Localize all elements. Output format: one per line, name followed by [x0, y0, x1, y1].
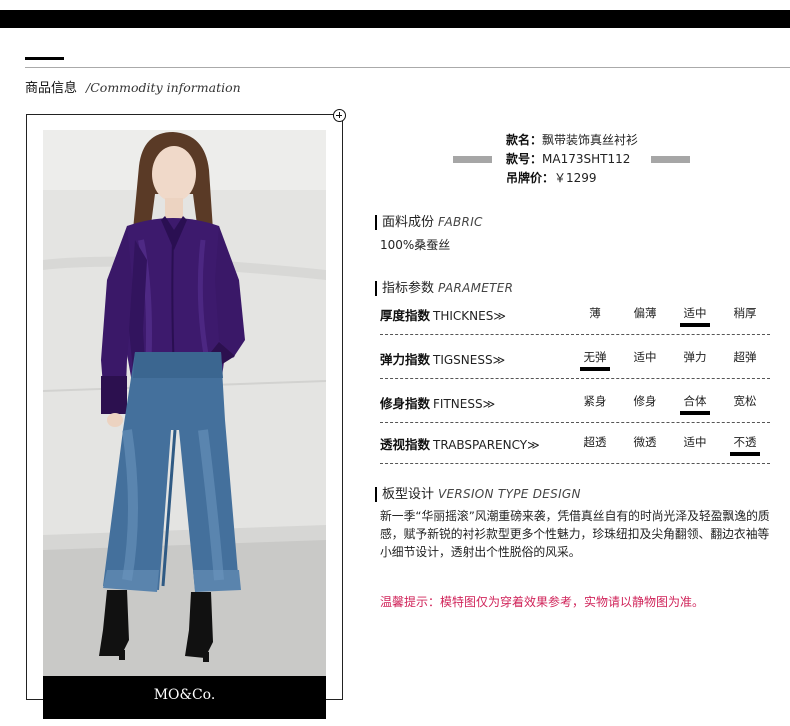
- notice-text: 温馨提示：模特图仅为穿着效果参考，实物请以静物图为准。: [380, 595, 705, 609]
- section-title: 商品信息/Commodity information: [25, 77, 241, 96]
- parameter-option: 微透: [633, 435, 657, 449]
- section-title-cn: 商品信息: [25, 81, 78, 96]
- title-accent-line: [25, 57, 64, 60]
- product-name-line: 款名：飘带装饰真丝衬衫: [506, 131, 638, 150]
- parameter-label: 弹力指数 TIGSNESS≫: [380, 349, 505, 368]
- parameter-label-en: TRABSPARENCY≫: [433, 438, 540, 452]
- model-photo: [43, 130, 326, 676]
- top-banner-bar: [0, 10, 790, 28]
- parameter-row-fitness: 修身指数 FITNESS≫ 紧身 修身 合体 宽松: [380, 393, 770, 423]
- parameter-label: 修身指数 FITNESS≫: [380, 393, 495, 412]
- brand-logo-text: MO&Co.: [153, 687, 216, 703]
- parameter-option: 适中: [633, 350, 657, 364]
- parameter-heading-en: PARAMETER: [438, 281, 514, 295]
- parameter-label-cn: 厚度指数: [380, 308, 431, 323]
- design-heading-en: VERSION TYPE DESIGN: [438, 487, 581, 501]
- decor-gray-bar-right: [651, 156, 690, 163]
- design-heading: 板型设计 VERSION TYPE DESIGN: [375, 487, 581, 502]
- product-name-value: 飘带装饰真丝衬衫: [542, 133, 639, 147]
- parameter-option: 薄: [589, 306, 601, 320]
- parameter-label-cn: 弹力指数: [380, 352, 431, 367]
- product-code-label: 款号：: [506, 152, 543, 166]
- parameter-option-selected: 不透: [730, 434, 760, 456]
- parameter-label-en: THICKNES≫: [433, 309, 506, 323]
- parameter-option-selected: 无弹: [580, 349, 610, 371]
- parameter-row-thickness: 厚度指数 THICKNES≫ 薄 偏薄 适中 稍厚: [380, 305, 770, 335]
- zoom-plus-icon[interactable]: [333, 109, 346, 122]
- parameter-option-selected: 适中: [680, 305, 710, 327]
- title-rule-line: [25, 67, 790, 68]
- decor-gray-bar-left: [453, 156, 492, 163]
- parameter-label: 厚度指数 THICKNES≫: [380, 305, 506, 324]
- product-code-line: 款号：MA173SHT112: [506, 150, 638, 169]
- fabric-heading-cn: 面料成份: [382, 215, 435, 230]
- parameter-label-cn: 修身指数: [380, 396, 431, 411]
- parameter-option: 适中: [683, 435, 707, 449]
- brand-bar: MO&Co.: [43, 676, 326, 719]
- parameter-heading-cn: 指标参数: [382, 281, 435, 296]
- parameter-label-cn: 透视指数: [380, 437, 431, 452]
- product-info: 款名：飘带装饰真丝衬衫 款号：MA173SHT112 吊牌价：￥1299: [506, 131, 638, 188]
- parameter-option: 偏薄: [633, 306, 657, 320]
- parameter-option: 超弹: [733, 350, 757, 364]
- parameter-row-transparency: 透视指数 TRABSPARENCY≫ 超透 微透 适中 不透: [380, 434, 770, 464]
- parameter-option: 超透: [583, 435, 607, 449]
- product-code-value: MA173SHT112: [542, 152, 631, 166]
- parameter-label: 透视指数 TRABSPARENCY≫: [380, 434, 540, 453]
- product-price-label: 吊牌价：: [506, 171, 555, 185]
- parameter-option: 紧身: [583, 394, 607, 408]
- parameter-option: 宽松: [733, 394, 757, 408]
- product-price-line: 吊牌价：￥1299: [506, 169, 638, 188]
- fabric-heading: 面料成份 FABRIC: [375, 215, 483, 230]
- fabric-value: 100%桑蚕丝: [380, 238, 451, 252]
- product-price-value: ￥1299: [554, 171, 597, 185]
- product-name-label: 款名：: [506, 133, 543, 147]
- parameter-label-en: FITNESS≫: [433, 397, 496, 411]
- parameter-label-en: TIGSNESS≫: [433, 353, 506, 367]
- parameter-option: 修身: [633, 394, 657, 408]
- section-title-en: /Commodity information: [86, 80, 241, 95]
- parameter-option: 弹力: [683, 350, 707, 364]
- design-heading-cn: 板型设计: [382, 487, 435, 502]
- parameter-option-selected: 合体: [680, 393, 710, 415]
- parameter-row-elasticity: 弹力指数 TIGSNESS≫ 无弹 适中 弹力 超弹: [380, 349, 770, 379]
- parameter-heading: 指标参数 PARAMETER: [375, 281, 513, 296]
- fabric-heading-en: FABRIC: [438, 215, 483, 229]
- parameter-option: 稍厚: [733, 306, 757, 320]
- design-description: 新一季“华丽摇滚”风潮重磅来袭，凭借真丝自有的时尚光泽及轻盈飘逸的质感，赋予新锐…: [380, 509, 770, 559]
